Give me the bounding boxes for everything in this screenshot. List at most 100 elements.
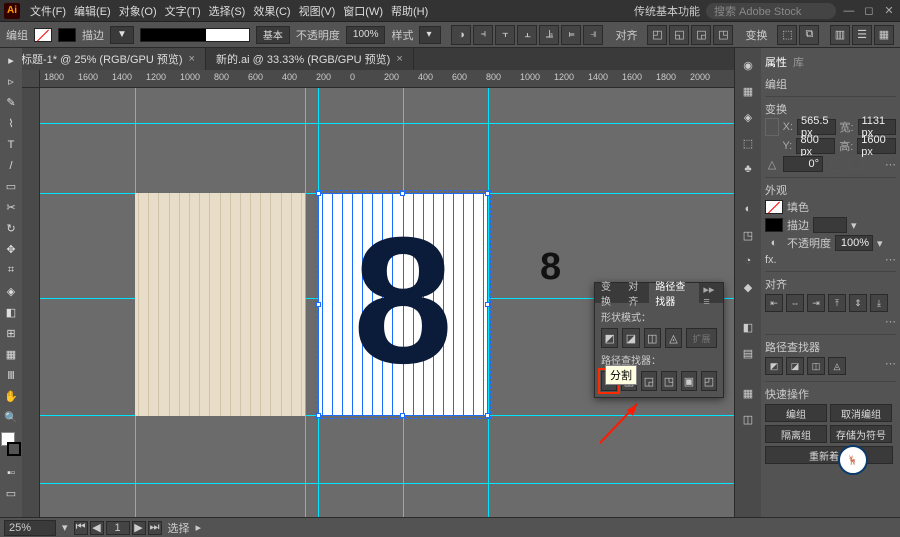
flip-h-icon[interactable] bbox=[831, 157, 845, 171]
artboard-tool[interactable]: ▦ bbox=[0, 344, 22, 365]
artboard-1[interactable] bbox=[135, 193, 305, 416]
restore-icon[interactable]: ◻ bbox=[862, 4, 876, 18]
expand-button[interactable]: 扩展 bbox=[686, 328, 717, 348]
asset-export-panel-icon[interactable]: ▤ bbox=[739, 344, 757, 362]
horizontal-ruler[interactable]: 1800 1600 1400 1200 1000 800 600 400 200… bbox=[40, 70, 734, 88]
hand-tool[interactable]: ✋ bbox=[0, 386, 22, 407]
rotate-tool[interactable]: ↻ bbox=[0, 218, 22, 239]
pathfinder-icon-4[interactable]: ◳ bbox=[713, 25, 733, 45]
align-icon-2[interactable]: ⫟ bbox=[495, 25, 515, 45]
outline-icon[interactable]: ▣ bbox=[681, 371, 697, 391]
artboard-2-selected[interactable]: 8 bbox=[318, 193, 488, 416]
tab-pathfinder[interactable]: 路径查找器 bbox=[649, 283, 699, 303]
graphic-style-select[interactable]: ▾ bbox=[419, 26, 441, 44]
more-options-icon[interactable]: ⋯ bbox=[885, 315, 896, 328]
align-icon-3[interactable]: ⫠ bbox=[517, 25, 537, 45]
minimize-icon[interactable]: — bbox=[842, 4, 856, 18]
artwork-number-8[interactable]: 8 bbox=[353, 197, 453, 404]
fill-stroke-control[interactable] bbox=[1, 432, 21, 456]
tab-libraries[interactable]: 库 bbox=[793, 54, 804, 70]
unite-icon[interactable]: ◩ bbox=[601, 328, 618, 348]
opacity-input[interactable]: 100% bbox=[835, 235, 873, 251]
menu-effect[interactable]: 效果(C) bbox=[249, 3, 294, 19]
h-input[interactable]: 1600 px bbox=[857, 138, 896, 154]
menu-window[interactable]: 窗口(W) bbox=[339, 3, 387, 19]
zoom-tool[interactable]: 🔍 bbox=[0, 407, 22, 428]
stroke-weight-select[interactable]: ▼ bbox=[110, 26, 134, 44]
prefs-icon[interactable]: ☰ bbox=[852, 25, 872, 45]
edit-mask-icon[interactable]: ⧉ bbox=[799, 25, 819, 45]
symbols2-panel-icon[interactable]: ♣ bbox=[739, 160, 757, 178]
save-as-symbol-button[interactable]: 存储为符号 bbox=[830, 425, 892, 443]
search-input[interactable]: 搜索 Adobe Stock bbox=[706, 3, 836, 19]
column-graph-tool[interactable]: Ⅲ bbox=[0, 365, 22, 386]
fill-swatch[interactable] bbox=[765, 200, 783, 214]
color-mode-icon[interactable]: ▪▫ bbox=[0, 462, 22, 483]
tab-align[interactable]: 对齐 bbox=[622, 283, 649, 303]
selection-handle[interactable] bbox=[316, 191, 321, 196]
angle-input[interactable]: 0° bbox=[783, 156, 823, 172]
scissors-tool[interactable]: ✂ bbox=[0, 197, 22, 218]
menu-select[interactable]: 选择(S) bbox=[205, 3, 250, 19]
close-icon[interactable]: ✕ bbox=[882, 4, 896, 18]
align-icon-5[interactable]: ⫢ bbox=[561, 25, 581, 45]
mesh-tool[interactable]: ⊞ bbox=[0, 323, 22, 344]
align-icon-1[interactable]: ⫞ bbox=[473, 25, 493, 45]
arrange-icon[interactable]: ▦ bbox=[874, 25, 894, 45]
artwork-small-8[interactable]: 8 bbox=[540, 246, 561, 289]
first-artboard-icon[interactable]: ⏮ bbox=[74, 521, 88, 535]
screen-mode-icon[interactable]: ▭ bbox=[0, 483, 22, 504]
pathfinder-icon-1[interactable]: ◰ bbox=[647, 25, 667, 45]
tab-properties[interactable]: 属性 bbox=[765, 54, 787, 70]
recolor-icon[interactable]: ◑ bbox=[451, 25, 471, 45]
unite-icon[interactable]: ◩ bbox=[765, 357, 783, 375]
align-bottom-icon[interactable]: ⤓ bbox=[870, 294, 888, 312]
libraries-panel-icon[interactable]: ◫ bbox=[739, 410, 757, 428]
align-top-icon[interactable]: ⤒ bbox=[828, 294, 846, 312]
align-link-label[interactable]: 对齐 bbox=[615, 27, 637, 43]
minus-front-icon[interactable]: ◪ bbox=[622, 328, 639, 348]
symbols-panel-icon[interactable]: ⬚ bbox=[739, 134, 757, 152]
intersect-icon[interactable]: ◫ bbox=[807, 357, 825, 375]
align-right-icon[interactable]: ⇥ bbox=[807, 294, 825, 312]
align-hcenter-icon[interactable]: ⇔ bbox=[786, 294, 804, 312]
doc-setup-icon[interactable]: ▥ bbox=[830, 25, 850, 45]
selection-handle[interactable] bbox=[316, 413, 321, 418]
isolate-icon[interactable]: ⬚ bbox=[777, 25, 797, 45]
stroke-swatch[interactable] bbox=[765, 218, 783, 232]
crop-icon[interactable]: ◳ bbox=[661, 371, 677, 391]
group-button[interactable]: 编组 bbox=[765, 404, 827, 422]
curvature-tool[interactable]: ⌇ bbox=[0, 113, 22, 134]
selection-handle[interactable] bbox=[316, 302, 321, 307]
selection-tool[interactable]: ▸ bbox=[0, 50, 22, 71]
flip-v-icon[interactable] bbox=[849, 157, 863, 171]
opacity-select[interactable]: 100% bbox=[346, 26, 386, 44]
align-icon-6[interactable]: ⫣ bbox=[583, 25, 603, 45]
panel-menu-icon[interactable]: ▸▸ ≡ bbox=[699, 283, 723, 303]
type-tool[interactable]: T bbox=[0, 134, 22, 155]
pen-tool[interactable]: ✎ bbox=[0, 92, 22, 113]
scale-tool[interactable]: ✥ bbox=[0, 239, 22, 260]
transform-link-label[interactable]: 变换 bbox=[745, 27, 767, 43]
menu-edit[interactable]: 编辑(E) bbox=[70, 3, 115, 19]
status-menu-icon[interactable]: ▸ bbox=[196, 521, 202, 534]
direct-selection-tool[interactable]: ▹ bbox=[0, 71, 22, 92]
layers-panel-icon[interactable]: ◧ bbox=[739, 318, 757, 336]
intersect-icon[interactable]: ◫ bbox=[644, 328, 661, 348]
minus-back-icon[interactable]: ◰ bbox=[701, 371, 717, 391]
reference-point-icon[interactable] bbox=[765, 118, 779, 136]
align-icon-4[interactable]: ⫡ bbox=[539, 25, 559, 45]
next-artboard-icon[interactable]: ▶ bbox=[132, 521, 146, 535]
selection-handle[interactable] bbox=[485, 191, 490, 196]
recolor-button[interactable]: 重新着色 bbox=[765, 446, 893, 464]
rectangle-tool[interactable]: ▭ bbox=[0, 176, 22, 197]
selection-handle[interactable] bbox=[485, 413, 490, 418]
ruler-origin[interactable] bbox=[22, 70, 40, 88]
brush-style-select[interactable]: 基本 bbox=[256, 26, 290, 44]
stroke-profile-select[interactable] bbox=[140, 28, 250, 42]
stroke-weight-input[interactable] bbox=[813, 217, 847, 233]
fill-swatch[interactable] bbox=[34, 28, 52, 42]
document-tab-2[interactable]: 新的.ai @ 33.33% (RGB/GPU 预览) × bbox=[206, 48, 414, 70]
artboards-panel-icon[interactable]: ▦ bbox=[739, 384, 757, 402]
document-tab-1[interactable]: 未标题-1* @ 25% (RGB/GPU 预览) × bbox=[0, 48, 206, 70]
